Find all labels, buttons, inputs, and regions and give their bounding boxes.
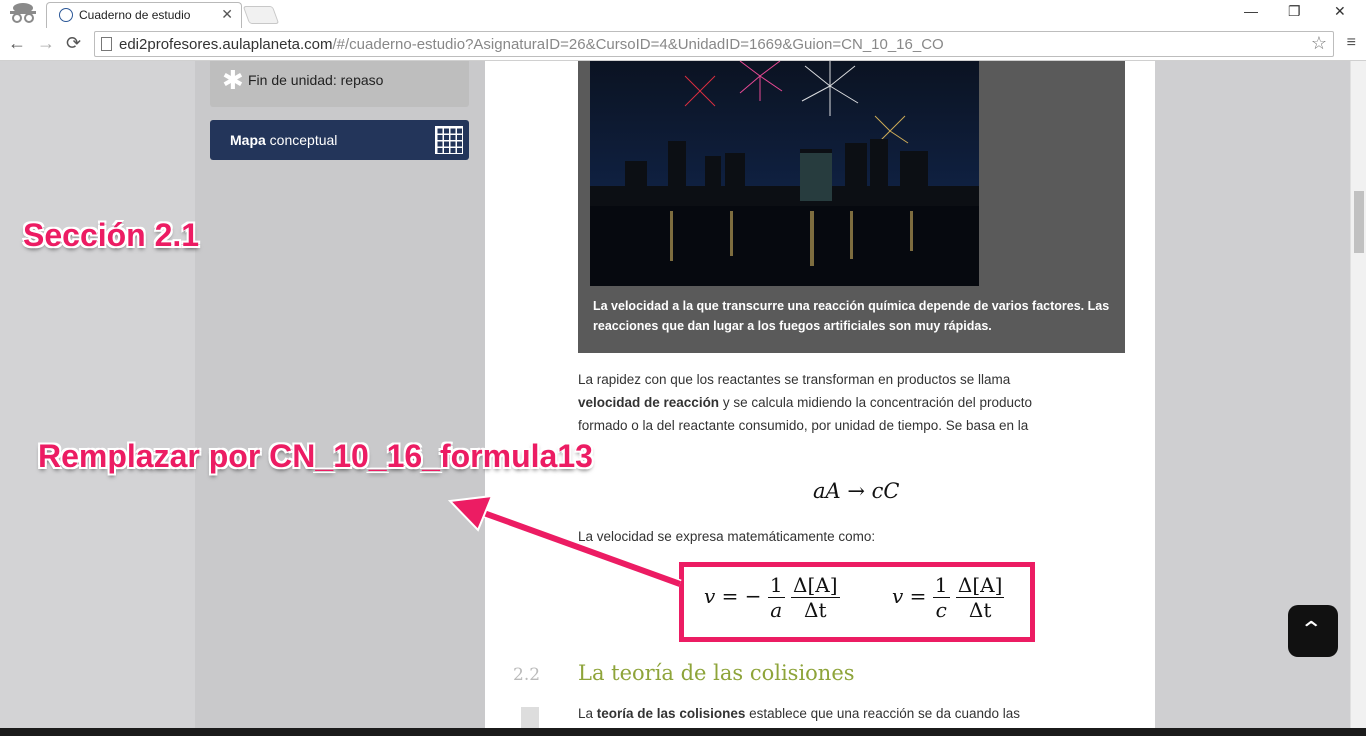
page-icon	[101, 37, 112, 51]
section-title: La teoría de las colisiones	[578, 661, 855, 685]
minimize-button[interactable]: —	[1244, 3, 1258, 19]
tab-bar: Cuaderno de estudio ✕ — ❐ ✕	[0, 0, 1366, 28]
reload-icon[interactable]: ⟳	[66, 33, 81, 54]
rate-equation-a: v = − 1a Δ[A] Δt	[704, 573, 840, 622]
add-note-icon[interactable]	[521, 707, 539, 728]
section-annotation: Sección 2.1	[23, 217, 200, 253]
new-tab-button[interactable]	[242, 6, 280, 24]
figure-caption: La velocidad a la que transcurre una rea…	[593, 299, 1110, 333]
section-number: 2.2	[513, 665, 541, 685]
left-margin	[0, 61, 195, 728]
maximize-button[interactable]: ❐	[1288, 3, 1301, 20]
taskbar	[0, 728, 1366, 736]
rate-formula-box: v = − 1a Δ[A] Δt v = 1c Δ[A] Δt	[679, 562, 1035, 642]
annotation-arrow	[447, 494, 682, 589]
close-window-button[interactable]: ✕	[1334, 3, 1346, 20]
paragraph-colisiones: La teoría de las colisiones establece qu…	[578, 706, 1021, 721]
replace-annotation: Remplazar por CN_10_16_formula13	[38, 438, 593, 474]
scrollbar-thumb[interactable]	[1354, 191, 1364, 253]
scroll-to-top-button[interactable]: ⌃	[1288, 605, 1338, 657]
address-bar[interactable]: edi2profesores.aulaplaneta.com/#/cuadern…	[94, 31, 1334, 57]
main-content: La velocidad a la que transcurre una rea…	[485, 61, 1155, 728]
fireworks-photo	[590, 61, 979, 286]
browser-toolbar: ← → ⟳ edi2profesores.aulaplaneta.com/#/c…	[0, 28, 1366, 61]
rate-equation-c: v = 1c Δ[A] Δt	[892, 573, 1005, 622]
browser-tab[interactable]: Cuaderno de estudio ✕	[46, 2, 242, 28]
vertical-scrollbar[interactable]	[1350, 61, 1366, 728]
figure: La velocidad a la que transcurre una rea…	[578, 61, 1125, 353]
tab-close-icon[interactable]: ✕	[221, 6, 233, 23]
menu-icon[interactable]: ≡	[1347, 34, 1356, 52]
reaction-formula: aA → cC	[813, 479, 900, 503]
globe-icon	[59, 8, 73, 22]
chevron-up-icon: ⌃	[1299, 617, 1324, 642]
mapa-label: Mapa conceptual	[230, 132, 338, 148]
sidebar-item-label: Fin de unidad: repaso	[248, 72, 384, 88]
page-viewport: ✱ Fin de unidad: repaso Mapa conceptual	[0, 61, 1350, 728]
tab-title: Cuaderno de estudio	[79, 8, 191, 22]
sidebar: ✱ Fin de unidad: repaso Mapa conceptual	[195, 61, 485, 728]
forward-arrow-icon[interactable]: →	[37, 33, 55, 54]
paragraph-velocidad: La rapidez con que los reactantes se tra…	[578, 372, 1032, 433]
grid-icon	[435, 126, 463, 154]
url-text: edi2profesores.aulaplaneta.com/#/cuadern…	[119, 36, 944, 53]
asterisk-icon: ✱	[222, 65, 244, 95]
back-arrow-icon[interactable]: ←	[8, 33, 26, 54]
incognito-icon	[10, 3, 36, 23]
bookmark-star-icon[interactable]: ☆	[1311, 33, 1327, 54]
mapa-conceptual-button[interactable]: Mapa conceptual	[210, 120, 469, 160]
sidebar-item-repaso[interactable]: ✱ Fin de unidad: repaso	[210, 61, 469, 107]
